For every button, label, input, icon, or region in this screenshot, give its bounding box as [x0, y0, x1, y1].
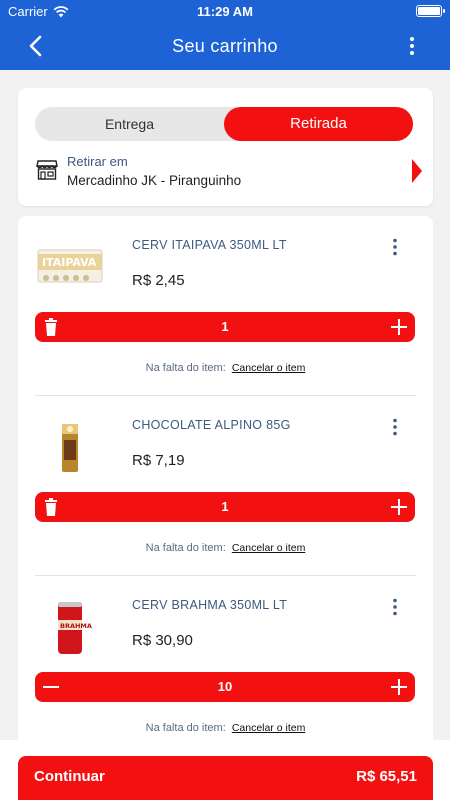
- product-price: R$ 30,90: [132, 632, 193, 649]
- status-bar: Carrier 11:29 AM: [0, 2, 450, 22]
- missing-item-row: Na falta do item: Cancelar o item: [18, 362, 433, 374]
- plus-icon[interactable]: [389, 677, 409, 697]
- missing-item-label: Na falta do item:: [145, 722, 226, 734]
- quantity-value: 1: [221, 319, 229, 334]
- missing-item-label: Na falta do item:: [145, 362, 226, 374]
- page-title: Seu carrinho: [172, 36, 278, 56]
- quantity-stepper: 1: [35, 492, 415, 522]
- nav-bar: Seu carrinho: [0, 26, 450, 66]
- cart-item: BRAHMA CERV BRAHMA 350ML LT R$ 30,90 10 …: [18, 576, 433, 756]
- missing-item-row: Na falta do item: Cancelar o item: [18, 542, 433, 554]
- cart-items-list: ITAIPAVA CERV ITAIPAVA 350ML LT R$ 2,45 …: [18, 216, 433, 800]
- svg-text:ITAIPAVA: ITAIPAVA: [42, 256, 97, 269]
- item-options-icon[interactable]: [391, 238, 399, 256]
- quantity-stepper: 1: [35, 312, 415, 342]
- status-time: 11:29 AM: [197, 4, 253, 19]
- cart-item: CHOCOLATE ALPINO 85G R$ 7,19 1 Na falta …: [18, 396, 433, 576]
- product-price: R$ 7,19: [132, 452, 185, 469]
- toggle-option-retirada[interactable]: Retirada: [224, 107, 413, 141]
- kebab-menu-icon[interactable]: [404, 36, 420, 56]
- product-image-itaipava: ITAIPAVA: [37, 249, 103, 283]
- cart-total: R$ 65,51: [356, 768, 417, 785]
- battery-icon: [416, 5, 445, 17]
- trash-icon[interactable]: [41, 497, 61, 517]
- continue-button[interactable]: Continuar R$ 65,51: [18, 756, 433, 800]
- item-options-icon[interactable]: [391, 598, 399, 616]
- delivery-mode-toggle: Entrega Retirada: [35, 107, 413, 141]
- quantity-value: 10: [217, 679, 233, 694]
- product-price: R$ 2,45: [132, 272, 185, 289]
- pickup-location-row[interactable]: Retirar em Mercadinho JK - Piranguinho: [34, 152, 422, 192]
- plus-icon[interactable]: [389, 497, 409, 517]
- missing-item-label: Na falta do item:: [145, 542, 226, 554]
- quantity-value: 1: [221, 499, 229, 514]
- pickup-label: Retirar em: [67, 154, 128, 169]
- checkout-bar: Continuar R$ 65,51: [0, 740, 450, 800]
- cancel-item-link[interactable]: Cancelar o item: [232, 542, 306, 554]
- toggle-option-entrega[interactable]: Entrega: [35, 107, 224, 141]
- svg-text:BRAHMA: BRAHMA: [60, 622, 92, 630]
- chevron-right-icon: [412, 159, 422, 183]
- item-options-icon[interactable]: [391, 418, 399, 436]
- missing-item-row: Na falta do item: Cancelar o item: [18, 722, 433, 734]
- cart-item: ITAIPAVA CERV ITAIPAVA 350ML LT R$ 2,45 …: [18, 216, 433, 396]
- pickup-card: Entrega Retirada Retirar em Mercadinho J…: [18, 88, 433, 206]
- product-image-brahma: BRAHMA: [58, 602, 92, 654]
- minus-icon[interactable]: [41, 677, 61, 697]
- cancel-item-link[interactable]: Cancelar o item: [232, 362, 306, 374]
- trash-icon[interactable]: [41, 317, 61, 337]
- product-name: CERV BRAHMA 350ML LT: [132, 598, 288, 612]
- quantity-stepper: 10: [35, 672, 415, 702]
- cancel-item-link[interactable]: Cancelar o item: [232, 722, 306, 734]
- product-image-alpino: [62, 424, 78, 472]
- plus-icon[interactable]: [389, 317, 409, 337]
- store-icon: [36, 160, 58, 180]
- product-name: CHOCOLATE ALPINO 85G: [132, 418, 291, 432]
- app-header: Carrier 11:29 AM Seu carrinho: [0, 0, 450, 70]
- continue-label: Continuar: [34, 768, 105, 785]
- pickup-store-name: Mercadinho JK - Piranguinho: [67, 173, 242, 188]
- product-name: CERV ITAIPAVA 350ML LT: [132, 238, 287, 252]
